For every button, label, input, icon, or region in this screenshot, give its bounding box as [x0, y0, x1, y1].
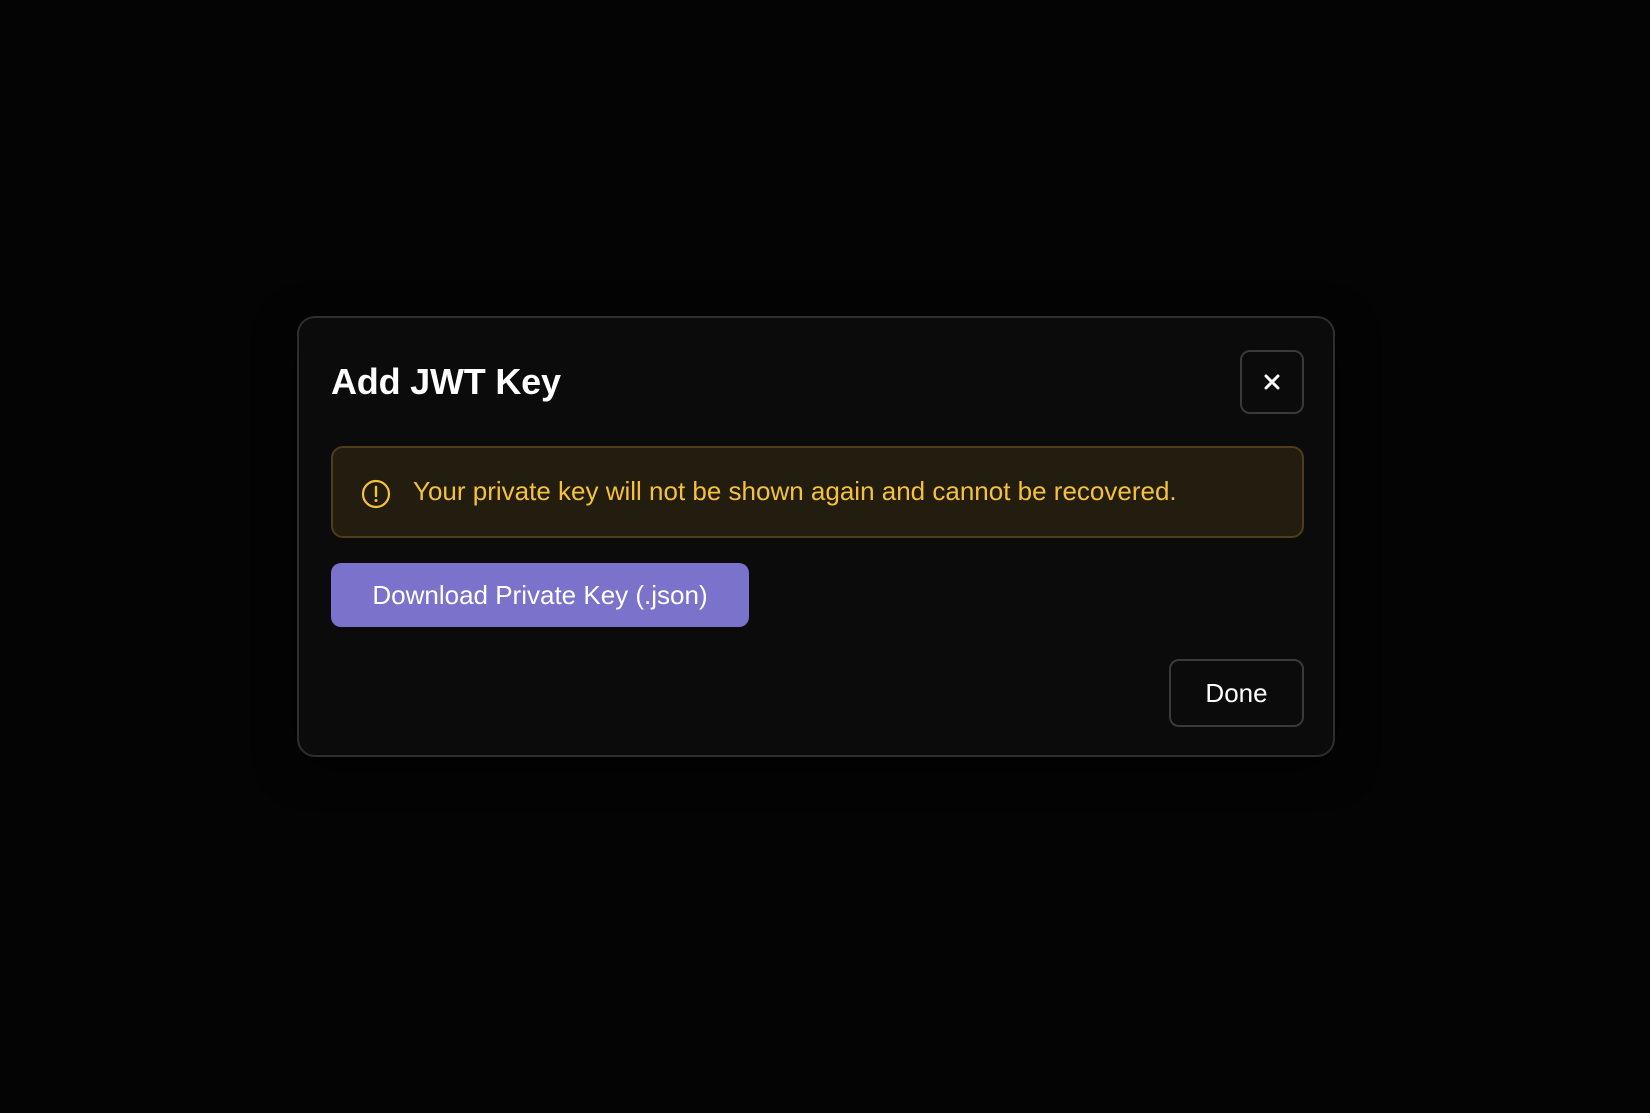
- warning-banner: Your private key will not be shown again…: [331, 446, 1304, 538]
- alert-circle-icon: [361, 479, 391, 509]
- add-jwt-key-dialog: Add JWT Key Your private key will not be…: [297, 316, 1335, 757]
- done-button[interactable]: Done: [1169, 659, 1304, 727]
- warning-text: Your private key will not be shown again…: [413, 476, 1177, 506]
- close-button[interactable]: [1240, 350, 1304, 414]
- close-icon: [1264, 374, 1280, 390]
- dialog-title: Add JWT Key: [331, 361, 561, 402]
- download-private-key-button[interactable]: Download Private Key (.json): [331, 563, 749, 627]
